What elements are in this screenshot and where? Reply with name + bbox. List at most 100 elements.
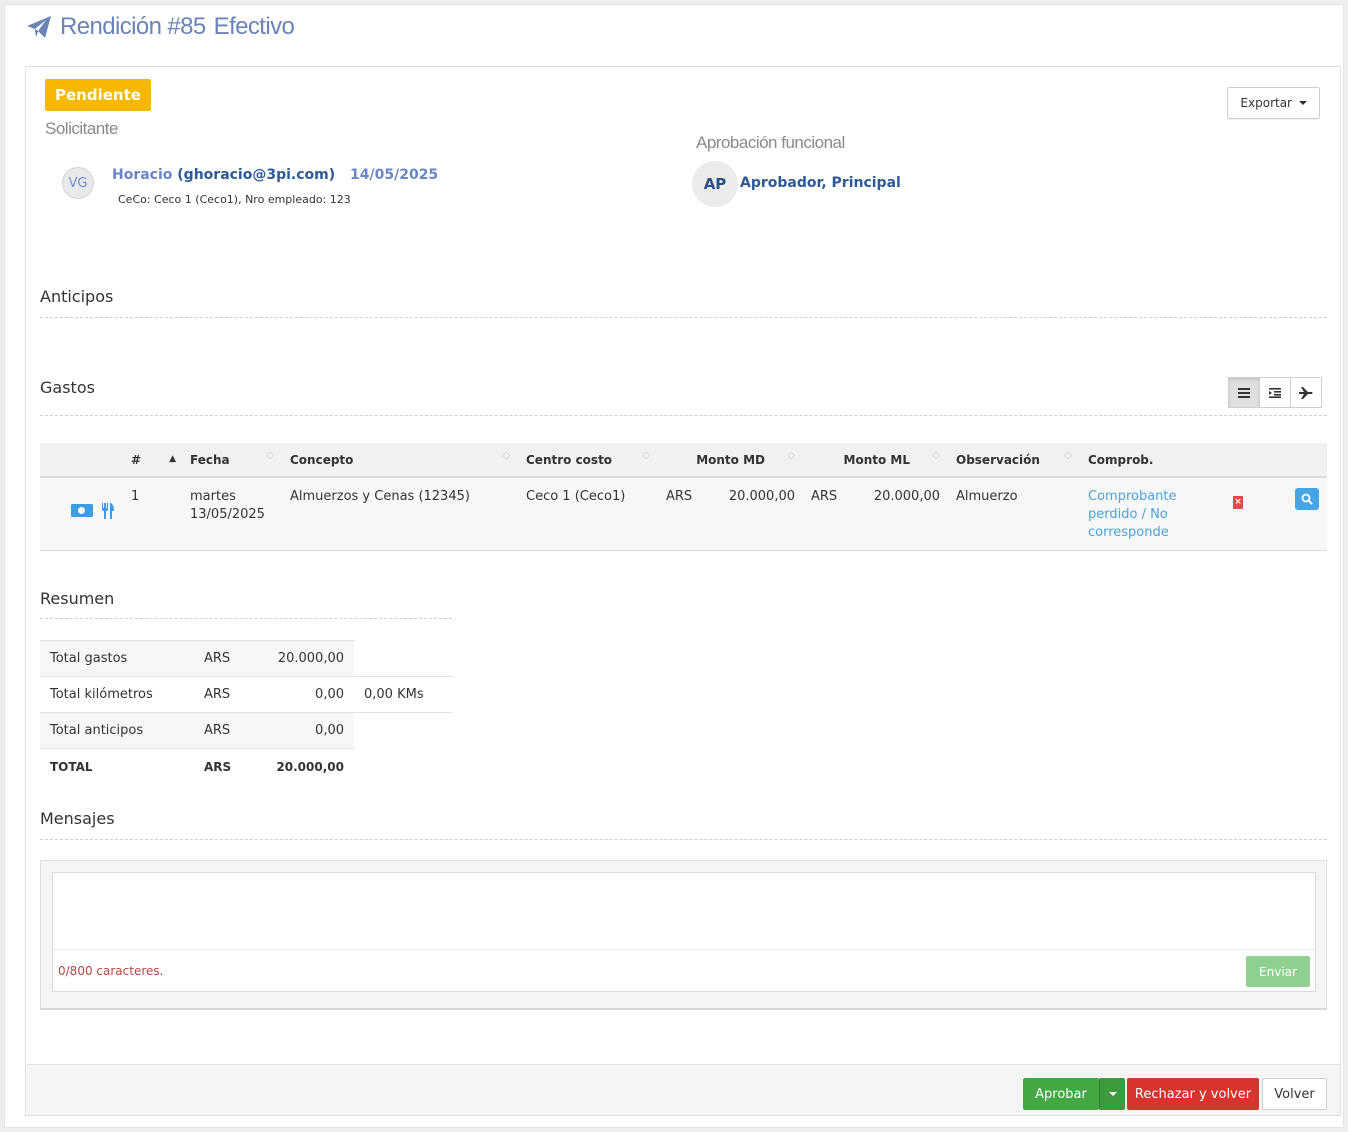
- approve-button[interactable]: Aprobar: [1023, 1078, 1099, 1110]
- travel-view-button[interactable]: [1290, 377, 1322, 408]
- money-icon: [70, 504, 93, 517]
- col-monto-md[interactable]: Monto MD ◇: [658, 443, 803, 478]
- resumen-label: Total gastos: [40, 640, 194, 677]
- page-header: Rendición #85 Efectivo: [26, 10, 302, 44]
- back-button[interactable]: Volver: [1262, 1078, 1327, 1110]
- resumen-row: Total gastos ARS 20.000,00: [40, 640, 452, 677]
- requester-email[interactable]: (ghoracio@3pi.com): [177, 167, 335, 183]
- resumen-amount: 20.000,00: [244, 640, 354, 677]
- col-concepto[interactable]: Concepto ◇: [282, 443, 518, 478]
- sort-icon: ◇: [266, 450, 274, 461]
- resumen-amount: 0,00: [244, 676, 354, 713]
- view-detail-button[interactable]: [1295, 488, 1319, 510]
- resumen-total-currency: ARS: [194, 748, 244, 785]
- rendicion-number: Rendición #85: [60, 13, 206, 40]
- search-icon: [1301, 493, 1313, 505]
- resumen-total-amount: 20.000,00: [244, 748, 354, 785]
- col-delete: [1205, 443, 1271, 478]
- divider: [40, 415, 1327, 416]
- col-fecha[interactable]: Fecha ◇: [182, 443, 282, 478]
- pdf-remove-icon[interactable]: ×: [1233, 496, 1243, 509]
- cutlery-icon: [102, 502, 114, 519]
- row-icons: [40, 477, 123, 551]
- anticipos-title: Anticipos: [40, 287, 114, 306]
- row-moneda-ml: ARS: [803, 477, 849, 551]
- requester-details: CeCo: Ceco 1 (Ceco1), Nro empleado: 123: [118, 193, 351, 206]
- row-monto-md: 20.000,00: [704, 477, 803, 551]
- resumen-extra: [354, 713, 452, 749]
- resumen-table: Total gastos ARS 20.000,00 Total kilómet…: [40, 640, 452, 785]
- list-view-button[interactable]: [1228, 377, 1260, 408]
- export-button[interactable]: Exportar: [1227, 87, 1320, 119]
- divider: [40, 618, 452, 619]
- resumen-row: Total kilómetros ARS 0,00 0,00 KMs: [40, 676, 452, 713]
- row-observacion: Almuerzo: [948, 477, 1080, 551]
- row-moneda-md: ARS: [658, 477, 704, 551]
- approver-avatar: AP: [692, 161, 738, 207]
- row-concepto: Almuerzos y Cenas (12345): [282, 477, 518, 551]
- sort-asc-icon: ▲: [169, 454, 176, 464]
- resumen-total-extra: [354, 749, 452, 785]
- sort-icon: ◇: [502, 450, 510, 461]
- approver-name[interactable]: Aprobador, Principal: [740, 175, 901, 191]
- col-monto-ml[interactable]: Monto ML ◇: [803, 443, 948, 478]
- resumen-extra: 0,00 KMs: [354, 676, 452, 713]
- sort-icon: ◇: [642, 450, 650, 461]
- resumen-currency: ARS: [194, 712, 244, 749]
- row-centro-costo: Ceco 1 (Ceco1): [518, 477, 658, 551]
- table-row: 1 martes 13/05/2025 Almuerzos y Cenas (12…: [40, 477, 1327, 551]
- paper-plane-icon: [27, 16, 51, 38]
- col-comprobante: Comprob.: [1080, 443, 1205, 478]
- resumen-extra: [354, 641, 452, 677]
- list-icon: [1238, 387, 1250, 398]
- view-toggle-group: [1228, 377, 1322, 408]
- send-button[interactable]: Enviar: [1246, 956, 1310, 987]
- char-counter: 0/800 caracteres.: [58, 964, 164, 978]
- resumen-total-row: TOTAL ARS 20.000,00: [40, 748, 452, 785]
- col-observacion[interactable]: Observación ◇: [948, 443, 1080, 478]
- caret-down-icon: [1108, 1092, 1117, 1096]
- action-footer: Aprobar Rechazar y volver Volver: [25, 1064, 1341, 1116]
- resumen-total-label: TOTAL: [40, 748, 194, 785]
- resumen-currency: ARS: [194, 640, 244, 677]
- detail-view-button[interactable]: [1259, 377, 1291, 408]
- resumen-title: Resumen: [40, 589, 115, 608]
- reject-button[interactable]: Rechazar y volver: [1127, 1078, 1259, 1110]
- col-view: [1271, 443, 1327, 478]
- requester-date: 14/05/2025: [350, 167, 439, 183]
- mensajes-title: Mensajes: [40, 809, 115, 828]
- gastos-table: # ▲ Fecha ◇ Concepto ◇ Centro costo ◇ Monto …: [40, 443, 1327, 551]
- resumen-currency: ARS: [194, 676, 244, 713]
- row-delete-cell: ×: [1205, 477, 1271, 551]
- sort-icon: ◇: [932, 450, 940, 461]
- divider: [40, 317, 1327, 318]
- divider: [40, 839, 1327, 840]
- resumen-row: Total anticipos ARS 0,00: [40, 712, 452, 749]
- col-number[interactable]: # ▲: [123, 443, 182, 478]
- resumen-label: Total kilómetros: [40, 676, 194, 713]
- message-input[interactable]: [53, 873, 1315, 950]
- row-view-cell: [1271, 477, 1327, 551]
- col-centro-costo[interactable]: Centro costo ◇: [518, 443, 658, 478]
- status-badge: Pendiente: [45, 79, 151, 111]
- approve-dropdown-button[interactable]: [1099, 1078, 1125, 1110]
- resumen-label: Total anticipos: [40, 712, 194, 749]
- plane-icon: [1299, 386, 1313, 399]
- row-fecha: martes 13/05/2025: [182, 477, 282, 551]
- gastos-title: Gastos: [40, 378, 95, 397]
- info-card: Pendiente Exportar Solicitante VG Horaci…: [25, 66, 1341, 262]
- row-comprobante: Comprobante perdido / No corresponde: [1080, 477, 1205, 551]
- export-button-label: Exportar: [1240, 96, 1292, 110]
- indent-icon: [1269, 387, 1281, 398]
- row-monto-ml: 20.000,00: [849, 477, 948, 551]
- requester-avatar: VG: [62, 167, 94, 199]
- requester-name[interactable]: Horacio: [112, 167, 172, 183]
- message-composer: 0/800 caracteres. Enviar: [52, 872, 1316, 992]
- requester-section-title: Solicitante: [45, 119, 118, 138]
- caret-down-icon: [1299, 101, 1307, 105]
- page-title: Rendición #85 Efectivo: [60, 13, 302, 41]
- comprobante-link[interactable]: Comprobante perdido / No corresponde: [1088, 489, 1177, 540]
- rendicion-type: Efectivo: [213, 13, 295, 40]
- row-number: 1: [123, 477, 182, 551]
- sort-icon: ◇: [1064, 450, 1072, 461]
